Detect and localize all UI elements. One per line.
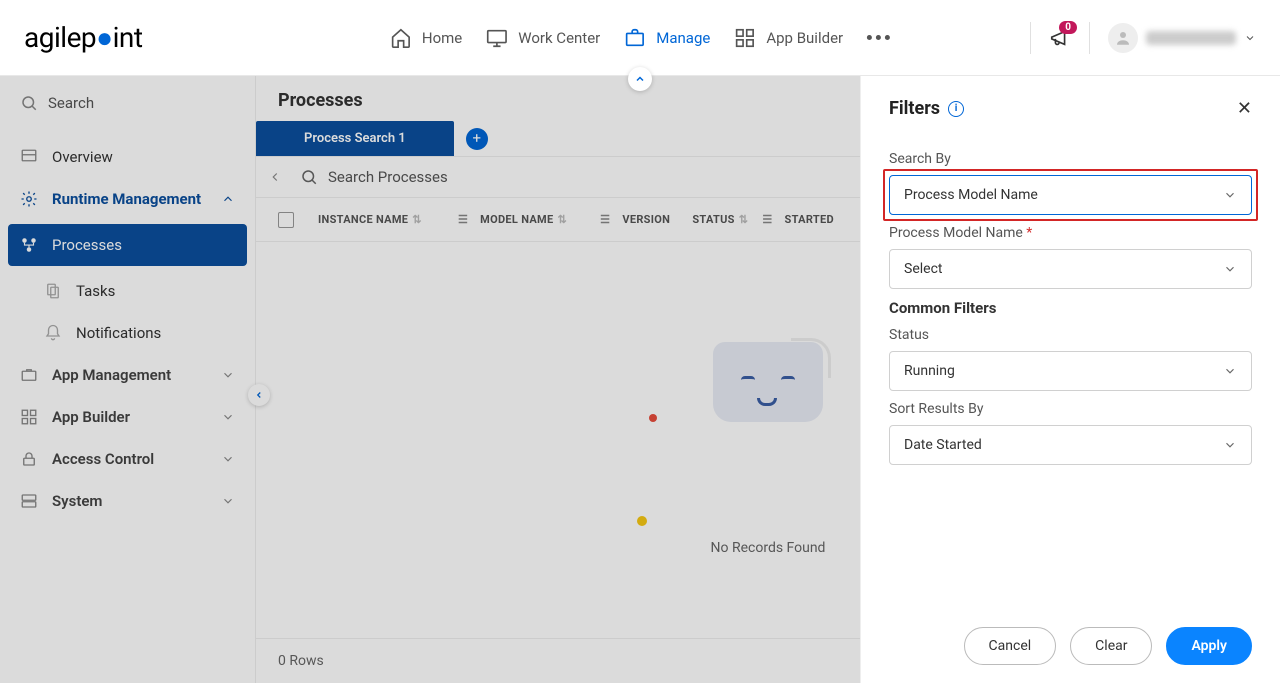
search-by-label: Search By xyxy=(889,151,1252,167)
nav-work-center-label: Work Center xyxy=(518,29,600,47)
header-right: 0 xyxy=(1030,22,1256,54)
announcements-button[interactable]: 0 xyxy=(1049,27,1071,49)
label-text: Process Model Name xyxy=(889,225,1023,241)
home-icon xyxy=(390,27,412,49)
main-nav: Home Work Center Manage App Builder xyxy=(390,27,890,49)
notification-badge: 0 xyxy=(1059,21,1077,34)
filters-panel: Filters i ✕ Search By Process Model Name… xyxy=(860,76,1280,683)
person-icon xyxy=(1114,29,1132,47)
logo-dot: ● xyxy=(96,21,112,54)
avatar xyxy=(1108,23,1138,53)
nav-manage[interactable]: Manage xyxy=(624,27,710,49)
chevron-down-icon xyxy=(1223,364,1237,378)
search-by-highlight: Process Model Name xyxy=(889,175,1252,215)
nav-app-builder[interactable]: App Builder xyxy=(734,27,843,49)
common-filters-heading: Common Filters xyxy=(889,299,1252,317)
logo-text-pre: agilep xyxy=(24,21,96,54)
cancel-button[interactable]: Cancel xyxy=(964,627,1057,665)
status-select[interactable]: Running xyxy=(889,351,1252,391)
filters-body: Search By Process Model Name Process Mod… xyxy=(861,137,1280,609)
logo: agilep●int xyxy=(24,21,143,54)
grid-icon xyxy=(734,27,756,49)
nav-more[interactable] xyxy=(867,35,890,40)
select-value: Process Model Name xyxy=(904,187,1038,203)
clear-button[interactable]: Clear xyxy=(1070,627,1152,665)
select-value: Date Started xyxy=(904,437,982,453)
chevron-down-icon xyxy=(1223,188,1237,202)
info-icon[interactable]: i xyxy=(948,101,964,117)
model-name-select[interactable]: Select xyxy=(889,249,1252,289)
sort-select[interactable]: Date Started xyxy=(889,425,1252,465)
user-menu[interactable] xyxy=(1108,23,1256,53)
nav-app-builder-label: App Builder xyxy=(766,29,843,47)
chevron-down-icon xyxy=(1223,438,1237,452)
status-label: Status xyxy=(889,327,1252,343)
chevron-up-icon xyxy=(634,73,646,85)
briefcase-icon xyxy=(624,27,646,49)
required-asterisk: * xyxy=(1026,225,1032,241)
collapse-header-toggle[interactable] xyxy=(628,67,652,91)
filters-title: Filters xyxy=(889,98,940,119)
user-name xyxy=(1146,31,1236,45)
select-value: Select xyxy=(904,261,942,277)
filters-footer: Cancel Clear Apply xyxy=(861,609,1280,683)
nav-home[interactable]: Home xyxy=(390,27,462,49)
select-value: Running xyxy=(904,363,955,379)
close-button[interactable]: ✕ xyxy=(1237,98,1252,119)
divider xyxy=(1030,22,1031,54)
sort-label: Sort Results By xyxy=(889,401,1252,417)
chevron-down-icon xyxy=(1223,262,1237,276)
nav-work-center[interactable]: Work Center xyxy=(486,27,600,49)
search-by-select[interactable]: Process Model Name xyxy=(889,175,1252,215)
app-header: agilep●int Home Work Center Manage App B… xyxy=(0,0,1280,76)
main-area: Search Overview Runtime Management Proce… xyxy=(0,76,1280,683)
chevron-down-icon xyxy=(1244,32,1256,44)
filters-header: Filters i ✕ xyxy=(861,76,1280,137)
monitor-icon xyxy=(486,27,508,49)
nav-manage-label: Manage xyxy=(656,29,710,47)
logo-text-post: int xyxy=(113,21,143,54)
model-name-label: Process Model Name * xyxy=(889,225,1252,241)
divider xyxy=(1089,22,1090,54)
apply-button[interactable]: Apply xyxy=(1166,627,1252,665)
nav-home-label: Home xyxy=(422,29,462,47)
